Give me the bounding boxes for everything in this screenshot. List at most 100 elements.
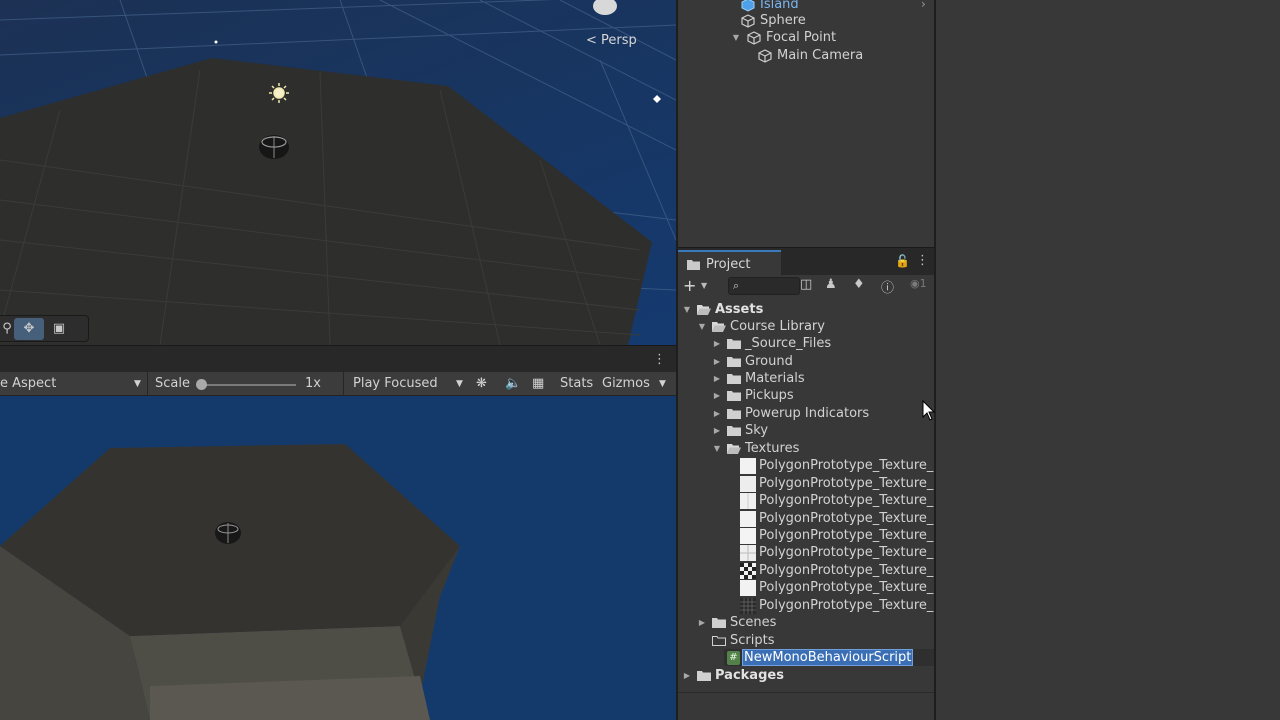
texture-icon [740,544,756,561]
more-options-icon[interactable]: ⋮ [653,352,666,367]
game-viewport-graphics [0,444,460,720]
folder-icon [727,409,741,419]
scene-viewport-graphics [0,0,676,345]
csharp-script-icon: # [727,650,740,665]
tree-folder[interactable]: ▶ Powerup Indicators [711,405,869,422]
move-icon[interactable]: ✥ [14,317,44,340]
texture-asset[interactable]: PolygonPrototype_Texture_0 [740,492,942,509]
play-mode-dropdown[interactable]: Play Focused [353,376,438,391]
scale-label: Scale [155,376,190,391]
search-by-type-icon[interactable]: ◫ [800,277,812,292]
lock-icon[interactable]: 🔓 [895,254,910,268]
expand-right-icon[interactable]: ▶ [696,618,708,627]
texture-icon [740,492,756,509]
chevron-down-icon[interactable]: ▼ [701,281,707,290]
scale-slider-track[interactable] [200,384,296,386]
texture-icon [740,579,756,596]
chevron-right-icon[interactable]: › [921,0,926,11]
tree-folder-textures[interactable]: ▼ Textures [711,440,799,457]
checker-texture-icon [740,562,756,579]
texture-asset[interactable]: PolygonPrototype_Texture_0 [740,527,942,544]
scene-visibility-icon[interactable]: ▣ [44,318,74,340]
aspect-dropdown[interactable]: e Aspect [0,376,56,391]
tree-item-course-library[interactable]: ▼ Course Library [696,318,825,335]
chevron-down-icon[interactable]: ▼ [134,379,141,389]
tag-icon[interactable]: ♦ [853,277,865,292]
hierarchy-item-focal-point[interactable]: ▼ Focal Point [730,29,836,46]
hierarchy-panel: Island › Sphere ▼ Focal Point Main Camer… [678,0,934,247]
hierarchy-item-main-camera[interactable]: Main Camera [758,47,863,64]
folder-icon [727,357,741,367]
scene-view[interactable]: < Persp ⚲ ✥ ▣ [0,0,676,345]
texture-asset[interactable]: PolygonPrototype_Texture_0 [740,562,942,579]
gameobject-icon [758,48,772,63]
bug-icon[interactable]: ❋ [476,376,487,391]
chevron-left-icon: < [586,33,597,48]
speaker-icon[interactable]: 🔈 [505,376,521,391]
tree-folder[interactable]: ▶ _Source_Files [711,335,831,352]
tree-folder-scripts[interactable]: Scripts [696,632,774,649]
project-tree: ▼ Assets ▼ Course Library ▶ _Source_File… [678,297,942,692]
folder-icon [687,259,700,270]
folder-icon [712,618,726,628]
tree-folder[interactable]: ▶ Sky [711,422,768,439]
view-divider: ⋮ [0,345,676,372]
texture-icon [740,510,756,527]
chevron-down-icon[interactable]: ▼ [456,379,463,389]
project-tab-bar: Project 🔓 ⋮ [678,247,934,276]
scale-slider-handle[interactable] [196,379,207,390]
scale-value: 1x [305,376,321,391]
expand-right-icon[interactable]: ▶ [711,409,723,418]
expand-down-icon[interactable]: ▼ [696,322,708,331]
more-options-icon[interactable]: ⋮ [916,253,929,268]
expand-right-icon[interactable]: ▶ [711,426,723,435]
gizmos-button[interactable]: Gizmos [602,376,650,391]
folder-icon [727,391,741,401]
scene-tools-overlay: ⚲ ✥ ▣ [0,315,89,342]
perspective-label[interactable]: < Persp [586,33,637,48]
texture-asset[interactable]: PolygonPrototype_Texture_0 [740,579,942,596]
expand-right-icon[interactable]: ▶ [711,391,723,400]
tree-item-packages[interactable]: ▶ Packages [681,667,784,684]
tree-item-new-script[interactable]: # NewMonoBehaviourScript [724,649,934,666]
chevron-down-icon[interactable]: ▼ [659,379,666,389]
texture-asset[interactable]: PolygonPrototype_Texture_0 [740,544,942,561]
game-view[interactable] [0,396,676,720]
project-toolbar: + ▼ ⌕ ◫ ♟ ♦ ⓘ ◉1 [678,275,934,297]
hidden-packages-icon[interactable]: ◉1 [910,277,927,290]
expand-down-icon[interactable]: ▼ [681,305,693,314]
expand-right-icon[interactable]: ▶ [711,339,723,348]
folder-icon [727,426,741,436]
texture-asset[interactable]: PolygonPrototype_Texture_0 [740,597,942,614]
info-icon[interactable]: ⓘ [881,277,894,296]
folder-icon [727,374,741,384]
toolbar-separator [343,372,344,396]
texture-icon [740,457,756,474]
expand-right-icon[interactable]: ▶ [681,671,693,680]
hand-icon[interactable]: ⚲ [0,318,14,340]
texture-asset[interactable]: PolygonPrototype_Texture_0 [740,457,942,474]
texture-asset[interactable]: PolygonPrototype_Texture_0 [740,510,942,527]
toolbar-separator [147,372,148,396]
stats-button[interactable]: Stats [560,376,593,391]
tree-folder-scenes[interactable]: ▶ Scenes [696,614,777,631]
texture-asset[interactable]: PolygonPrototype_Texture_0 [740,475,942,492]
tab-project[interactable]: Project [678,250,781,276]
script-rename-field[interactable]: NewMonoBehaviourScript [741,649,914,666]
gameobject-icon [747,30,761,45]
search-by-label-icon[interactable]: ♟ [825,277,837,292]
folder-open-icon [712,322,726,332]
grid-icon[interactable]: ▦ [532,376,544,391]
hierarchy-item-sphere[interactable]: Sphere [741,12,806,29]
expand-right-icon[interactable]: ▶ [711,357,723,366]
project-search-input[interactable]: ⌕ [728,277,800,295]
tree-item-assets[interactable]: ▼ Assets [681,301,763,318]
add-icon[interactable]: + [683,276,696,295]
search-icon: ⌕ [733,279,740,292]
tree-folder[interactable]: ▶ Materials [711,370,805,387]
tree-folder[interactable]: ▶ Ground [711,353,793,370]
expand-down-icon[interactable]: ▼ [711,444,723,453]
expand-right-icon[interactable]: ▶ [711,374,723,383]
expand-down-icon[interactable]: ▼ [730,33,742,42]
tree-folder[interactable]: ▶ Pickups [711,387,794,404]
